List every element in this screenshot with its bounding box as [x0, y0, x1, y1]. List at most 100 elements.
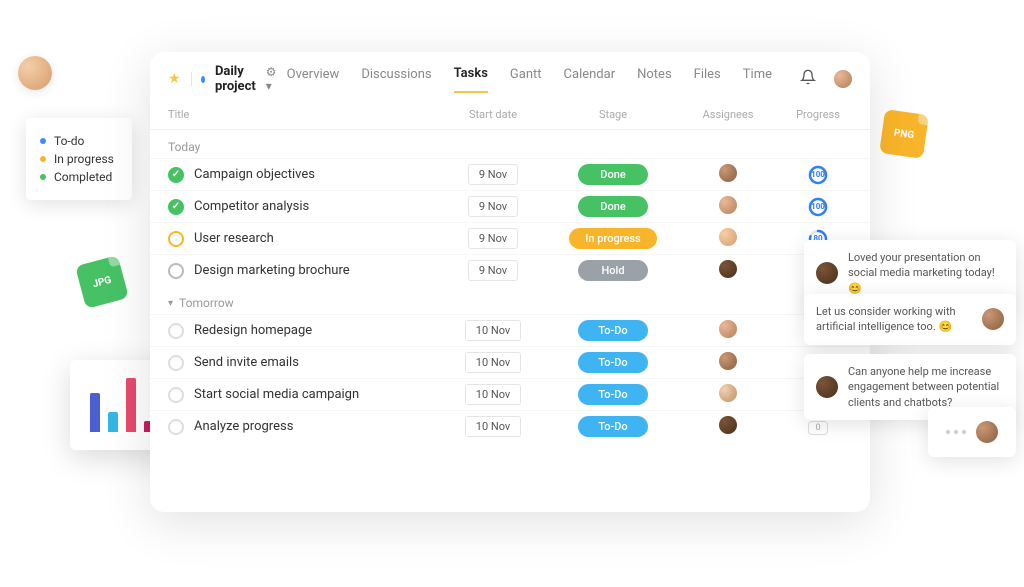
stage-pill[interactable]: To-Do: [578, 416, 648, 437]
date-chip[interactable]: 9 Nov: [468, 164, 518, 185]
tab-notes[interactable]: Notes: [637, 67, 672, 92]
task-date-cell: 10 Nov: [438, 352, 548, 373]
task-status-icon[interactable]: [168, 231, 184, 247]
assignee-avatar[interactable]: [719, 320, 737, 338]
png-file-chip: PNG: [879, 109, 929, 159]
chevron-down-icon: ▾: [168, 298, 173, 309]
comment-bubble[interactable]: Let us consider working with artificial …: [804, 294, 1016, 345]
stage-pill[interactable]: To-Do: [578, 320, 648, 341]
task-title[interactable]: Analyze progress: [194, 419, 438, 434]
col-stage[interactable]: Stage: [548, 108, 678, 121]
comment-text: Let us consider working with artificial …: [816, 304, 972, 335]
date-chip[interactable]: 9 Nov: [468, 196, 518, 217]
task-assignee-cell: [678, 260, 778, 282]
typing-indicator: [928, 407, 1016, 457]
assignee-avatar[interactable]: [719, 384, 737, 402]
task-row[interactable]: User research 9 Nov In progress 80: [150, 222, 870, 254]
task-stage-cell: To-Do: [548, 384, 678, 405]
tab-calendar[interactable]: Calendar: [564, 67, 616, 92]
tab-files[interactable]: Files: [694, 67, 721, 92]
tab-gantt[interactable]: Gantt: [510, 67, 542, 92]
task-assignee-cell: [678, 416, 778, 438]
tab-overview[interactable]: Overview: [287, 67, 340, 92]
star-icon[interactable]: ★: [168, 71, 181, 87]
topbar-user-avatar[interactable]: [834, 70, 852, 88]
col-startdate[interactable]: Start date: [438, 108, 548, 121]
assignee-avatar[interactable]: [719, 352, 737, 370]
task-title[interactable]: Redesign homepage: [194, 323, 438, 338]
comment-text: Can anyone help me increase engagement b…: [848, 364, 1004, 410]
comment-avatar: [816, 262, 838, 284]
task-stage-cell: To-Do: [548, 352, 678, 373]
date-chip[interactable]: 10 Nov: [465, 384, 521, 405]
comment-avatar: [982, 308, 1004, 330]
col-title[interactable]: Title: [168, 108, 438, 121]
assignee-avatar[interactable]: [719, 416, 737, 434]
comment-avatar: [816, 376, 838, 398]
task-status-icon[interactable]: [168, 199, 184, 215]
group-header[interactable]: ▾ Tomorrow: [150, 286, 870, 314]
progress-zero: 0: [808, 421, 828, 435]
task-row[interactable]: Campaign objectives 9 Nov Done 100: [150, 158, 870, 190]
stage-pill[interactable]: In progress: [569, 228, 656, 249]
nav-tabs: Overview Discussions Tasks Gantt Calendar Not…: [287, 66, 772, 93]
stage-pill[interactable]: Done: [578, 196, 648, 217]
tab-time[interactable]: Time: [743, 67, 772, 92]
task-row[interactable]: Analyze progress 10 Nov To-Do 0: [150, 410, 870, 442]
assignee-avatar[interactable]: [719, 228, 737, 246]
group-header[interactable]: Today: [150, 130, 870, 158]
progress-ring: 100: [808, 197, 828, 217]
task-status-icon[interactable]: [168, 167, 184, 183]
tab-discussions[interactable]: Discussions: [361, 67, 431, 92]
task-title[interactable]: Design marketing brochure: [194, 263, 438, 278]
assignee-avatar[interactable]: [719, 260, 737, 278]
window-topbar: ★ Daily project ⚙ ▾ Overview Discussions T…: [150, 52, 870, 94]
assignee-avatar[interactable]: [719, 164, 737, 182]
task-stage-cell: In progress: [548, 228, 678, 249]
task-row[interactable]: Send invite emails 10 Nov To-Do 0: [150, 346, 870, 378]
task-row[interactable]: Competitor analysis 9 Nov Done 100: [150, 190, 870, 222]
task-row[interactable]: Redesign homepage 10 Nov To-Do 0: [150, 314, 870, 346]
project-title[interactable]: Daily project: [215, 64, 256, 94]
task-date-cell: 9 Nov: [438, 228, 548, 249]
task-status-icon[interactable]: [168, 323, 184, 339]
gear-icon[interactable]: ⚙ ▾: [266, 65, 277, 93]
assignee-avatar[interactable]: [719, 196, 737, 214]
tab-tasks[interactable]: Tasks: [454, 66, 488, 93]
task-assignee-cell: [678, 228, 778, 250]
task-title[interactable]: Start social media campaign: [194, 387, 438, 402]
date-chip[interactable]: 9 Nov: [468, 260, 518, 281]
date-chip[interactable]: 10 Nov: [465, 416, 521, 437]
col-assignees[interactable]: Assignees: [678, 108, 778, 121]
stage-pill[interactable]: Done: [578, 164, 648, 185]
task-row[interactable]: Design marketing brochure 9 Nov Hold 70: [150, 254, 870, 286]
task-row[interactable]: Start social media campaign 10 Nov To-Do…: [150, 378, 870, 410]
stage-pill[interactable]: Hold: [578, 260, 648, 281]
stage-pill[interactable]: To-Do: [578, 352, 648, 373]
task-stage-cell: To-Do: [548, 320, 678, 341]
task-assignee-cell: [678, 164, 778, 186]
date-chip[interactable]: 10 Nov: [465, 352, 521, 373]
project-color-dot: [201, 76, 205, 83]
task-title[interactable]: Competitor analysis: [194, 199, 438, 214]
task-status-icon[interactable]: [168, 387, 184, 403]
task-title[interactable]: Send invite emails: [194, 355, 438, 370]
task-title[interactable]: User research: [194, 231, 438, 246]
task-status-icon[interactable]: [168, 263, 184, 279]
date-chip[interactable]: 10 Nov: [465, 320, 521, 341]
task-assignee-cell: [678, 352, 778, 374]
legend-dot: [40, 156, 46, 162]
legend-item: To-do: [40, 134, 114, 148]
group-name: Tomorrow: [179, 296, 234, 310]
col-progress[interactable]: Progress: [778, 108, 858, 121]
chart-bar: [90, 393, 100, 432]
stage-pill[interactable]: To-Do: [578, 384, 648, 405]
task-title[interactable]: Campaign objectives: [194, 167, 438, 182]
task-assignee-cell: [678, 196, 778, 218]
comment-text: Loved your presentation on social media …: [848, 250, 1004, 296]
date-chip[interactable]: 9 Nov: [468, 228, 518, 249]
chart-bar: [126, 378, 136, 432]
bell-icon[interactable]: [800, 69, 816, 89]
task-status-icon[interactable]: [168, 419, 184, 435]
task-status-icon[interactable]: [168, 355, 184, 371]
